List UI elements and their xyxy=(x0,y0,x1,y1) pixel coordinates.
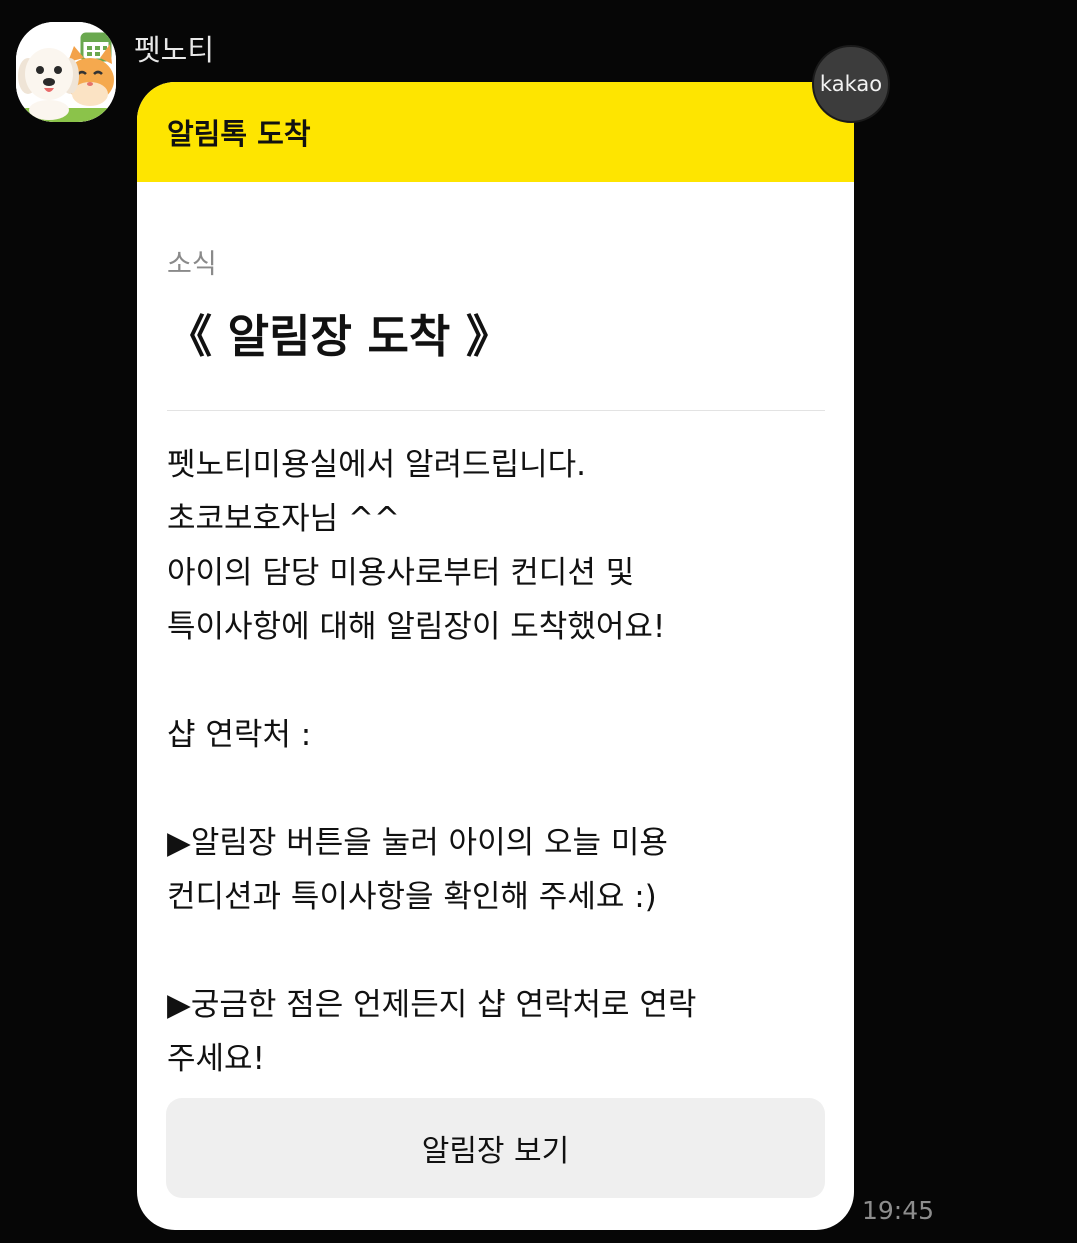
body-line: 아이의 담당 미용사로부터 컨디션 및 xyxy=(167,555,635,591)
message-subtitle: 소식 xyxy=(167,249,217,280)
sender-name: 펫노티 xyxy=(134,33,215,67)
kakao-badge: kakao xyxy=(812,45,890,123)
body-line: 초코보호자님 ^^ xyxy=(167,501,400,537)
body-line: 특이사항에 대해 알림장이 도착했어요! xyxy=(167,609,666,645)
body-line-contact: 샵 연락처 : xyxy=(167,717,312,753)
message-card: 알림톡 도착 소식 《 알림장 도착 》 펫노티미용실에서 알려드립니다. 초코… xyxy=(137,82,854,1230)
chat-screen: 펫노티 알림톡 도착 소식 《 알림장 도착 》 펫노티미용실에서 알려드립니다… xyxy=(0,0,1077,1243)
body-line: ▶궁금한 점은 언제든지 샵 연락처로 연락 xyxy=(167,987,697,1023)
body-line: ▶알림장 버튼을 눌러 아이의 오늘 미용 xyxy=(167,825,668,861)
dog-and-cat-calendar-icon xyxy=(16,22,116,122)
body-line: 펫노티미용실에서 알려드립니다. xyxy=(167,447,586,483)
body-spacer xyxy=(167,924,827,978)
card-header-title: 알림톡 도착 xyxy=(167,117,311,151)
card-header: 알림톡 도착 xyxy=(137,82,854,182)
message-body: 펫노티미용실에서 알려드립니다. 초코보호자님 ^^ 아이의 담당 미용사로부터… xyxy=(167,438,827,1086)
body-line: 컨디션과 특이사항을 확인해 주세요 :) xyxy=(167,879,657,915)
body-spacer xyxy=(167,762,827,816)
message-headline: 《 알림장 도착 》 xyxy=(167,310,511,363)
message-timestamp: 19:45 xyxy=(862,1196,935,1225)
body-spacer xyxy=(167,654,827,708)
profile-avatar[interactable] xyxy=(16,22,116,122)
divider xyxy=(167,410,825,411)
view-notice-button[interactable]: 알림장 보기 xyxy=(166,1098,825,1198)
body-line: 주세요! xyxy=(167,1041,265,1077)
